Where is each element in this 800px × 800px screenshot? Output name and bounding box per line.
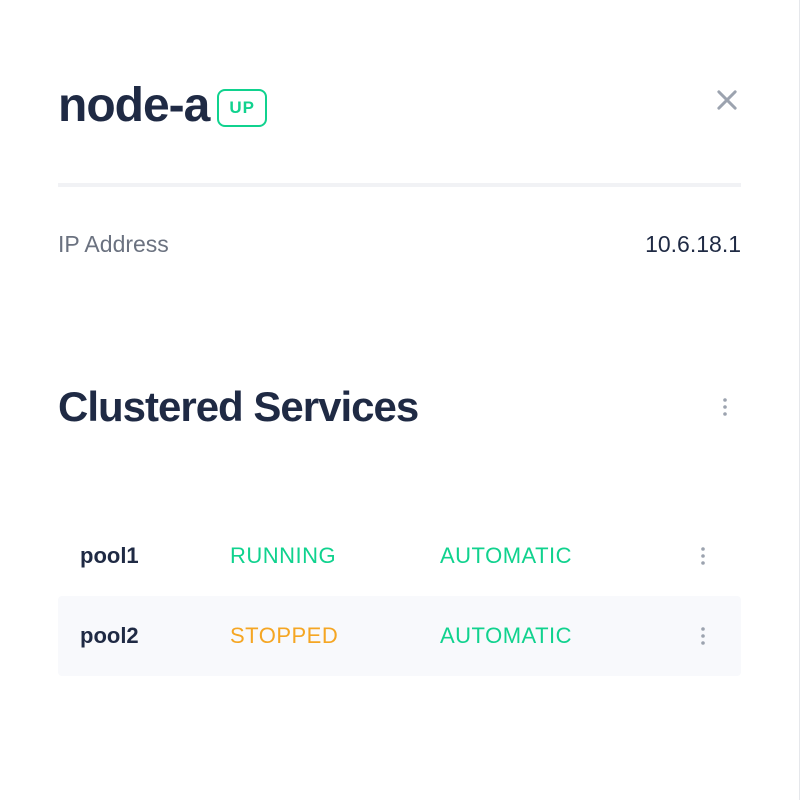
service-name: pool2	[80, 623, 230, 649]
node-title: node-a	[58, 78, 209, 133]
table-row: pool1 RUNNING AUTOMATIC	[58, 516, 741, 596]
service-status: STOPPED	[230, 623, 440, 649]
service-status: RUNNING	[230, 543, 440, 569]
service-name: pool1	[80, 543, 230, 569]
service-mode: AUTOMATIC	[440, 543, 687, 569]
services-title: Clustered Services	[58, 383, 418, 431]
ip-address-value: 10.6.18.1	[645, 231, 741, 258]
services-section-header: Clustered Services	[58, 383, 741, 431]
more-vertical-icon	[691, 624, 715, 648]
title-group: node-a UP	[58, 78, 267, 133]
more-vertical-icon	[691, 544, 715, 568]
ip-address-row: IP Address 10.6.18.1	[58, 231, 741, 258]
row-more-button[interactable]	[687, 540, 719, 572]
close-button[interactable]	[713, 86, 741, 114]
table-row: pool2 STOPPED AUTOMATIC	[58, 596, 741, 676]
row-more-button[interactable]	[687, 620, 719, 652]
status-badge: UP	[217, 89, 267, 127]
header: node-a UP	[58, 0, 741, 183]
services-table: pool1 RUNNING AUTOMATIC pool2 STOPPED AU…	[58, 516, 741, 676]
close-icon	[713, 86, 741, 114]
more-vertical-icon	[713, 395, 737, 419]
service-mode: AUTOMATIC	[440, 623, 687, 649]
services-more-button[interactable]	[709, 391, 741, 423]
divider	[58, 183, 741, 187]
ip-address-label: IP Address	[58, 231, 169, 258]
